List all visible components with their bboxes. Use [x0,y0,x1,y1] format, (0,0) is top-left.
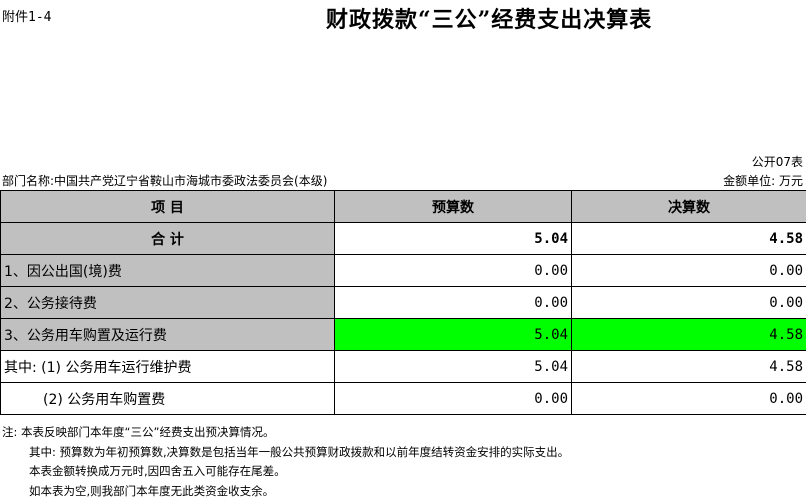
budget-cell[interactable]: 0.00 [334,382,572,415]
actual-cell[interactable]: 4.58 [571,222,806,255]
note-line: 本表金额转换成万元时,因四舍五入可能存在尾差。 [29,464,286,478]
row-label[interactable]: 3、公务用车购置及运行费 [0,318,335,351]
actual-cell[interactable]: 0.00 [571,382,806,415]
table-row: 其中: (1) 公务用车运行维护费 5.04 4.58 [0,350,806,383]
budget-cell[interactable]: 0.00 [334,286,572,319]
expenditure-table: 项 目 预算数 决算数 合 计 5.04 4.58 1、因公出国(境)费 0.0… [0,190,806,415]
actual-cell[interactable]: 0.00 [571,254,806,287]
table-header-row: 项 目 预算数 决算数 [0,190,806,223]
actual-cell[interactable]: 4.58 [571,350,806,383]
amount-unit: 金额单位: 万元 [723,174,803,188]
actual-cell[interactable]: 4.58 [571,318,806,351]
actual-cell[interactable]: 0.00 [571,286,806,319]
attachment-label: 附件1-4 [2,10,52,25]
row-label[interactable]: 其中: (1) 公务用车运行维护费 [0,350,335,383]
note-line: 其中: 预算数为年初预算数,决算数是包括当年一般公共预算财政拨款和以前年度结转资… [29,444,570,459]
budget-cell[interactable]: 0.00 [334,254,572,287]
notes-section: 注: 本表反映部门本年度“三公”经费支出预决算情况。 其中: 预算数为年初预算数… [2,423,569,501]
department-name: 部门名称:中国共产党辽宁省鞍山市海城市委政法委员会(本级) [2,174,328,188]
budget-cell[interactable]: 5.04 [334,350,572,383]
table-row: 1、因公出国(境)费 0.00 0.00 [0,254,806,287]
table-row: (2) 公务用车购置费 0.00 0.00 [0,382,806,415]
column-header-item: 项 目 [0,190,335,223]
column-header-budget: 预算数 [334,190,572,223]
row-label[interactable]: 2、公务接待费 [0,286,335,319]
page-title: 财政拨款“三公”经费支出决算表 [326,7,653,33]
row-label[interactable]: 1、因公出国(境)费 [0,254,335,287]
table-code: 公开07表 [751,155,803,169]
table-row: 2、公务接待费 0.00 0.00 [0,286,806,319]
table-row-total: 合 计 5.04 4.58 [0,222,806,255]
table-row-highlighted: 3、公务用车购置及运行费 5.04 4.58 [0,318,806,351]
row-label[interactable]: 合 计 [0,222,335,255]
note-line: 如本表为空,则我部门本年度无此类资金收支余。 [29,483,275,498]
row-label[interactable]: (2) 公务用车购置费 [0,382,335,415]
budget-cell[interactable]: 5.04 [334,222,572,255]
note-line: 注: 本表反映部门本年度“三公”经费支出预决算情况。 [2,425,275,439]
budget-cell[interactable]: 5.04 [334,318,572,351]
column-header-actual: 决算数 [571,190,806,223]
